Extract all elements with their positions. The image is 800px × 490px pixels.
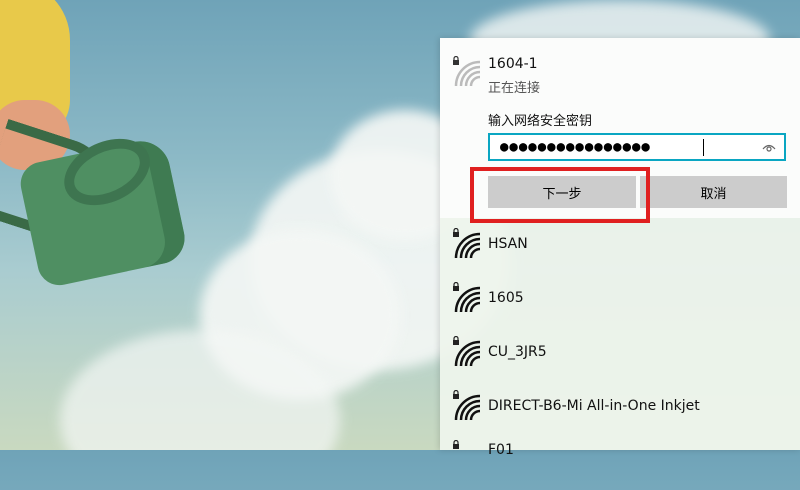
wifi-icon: [454, 286, 481, 313]
network-flyout: 1604-1 正在连接 输入网络安全密钥 ●●●●●●●●●●●●●●●● 下一…: [440, 38, 800, 458]
wifi-icon: [454, 232, 481, 259]
eye-icon[interactable]: [762, 141, 776, 155]
connection-status: 正在连接: [488, 81, 541, 96]
wifi-icon: [454, 60, 481, 87]
wifi-icon: [454, 340, 481, 367]
network-item-cu-3jr5[interactable]: CU_3JR5: [440, 328, 800, 382]
wifi-icon: [454, 394, 481, 421]
highlight-box: [470, 167, 650, 223]
password-mask: ●●●●●●●●●●●●●●●●: [500, 139, 651, 155]
network-name: CU_3JR5: [488, 344, 547, 360]
network-item-1605[interactable]: 1605: [440, 274, 800, 328]
security-key-label: 输入网络安全密钥: [488, 114, 593, 129]
network-item-hsan[interactable]: HSAN: [440, 220, 800, 274]
network-item-f01[interactable]: F01: [440, 436, 800, 490]
network-name: 1605: [488, 290, 524, 306]
security-key-input[interactable]: ●●●●●●●●●●●●●●●●: [488, 133, 786, 161]
network-name: DIRECT-B6-Mi All-in-One Inkjet: [488, 398, 700, 414]
lock-icon: [453, 440, 459, 449]
cancel-button[interactable]: 取消: [640, 176, 787, 208]
network-name: F01: [488, 442, 514, 458]
network-name: HSAN: [488, 236, 528, 252]
text-caret: [703, 139, 704, 156]
network-name: 1604-1: [488, 56, 538, 72]
network-item-direct-b6[interactable]: DIRECT-B6-Mi All-in-One Inkjet: [440, 382, 800, 436]
